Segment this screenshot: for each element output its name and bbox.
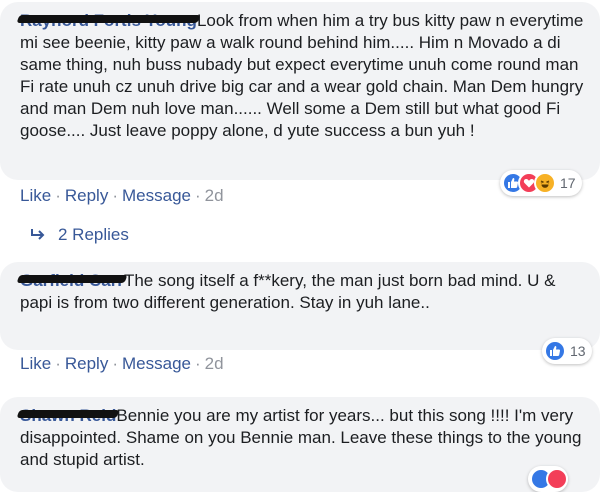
separator: · bbox=[194, 186, 201, 205]
like-link[interactable]: Like bbox=[20, 186, 51, 205]
comment-author[interactable]: Raynord Fortis Young bbox=[16, 11, 201, 30]
separator: · bbox=[55, 186, 61, 205]
like-link[interactable]: Like bbox=[20, 354, 51, 373]
replies-count-label: 2 Replies bbox=[58, 225, 129, 244]
separator: · bbox=[112, 186, 118, 205]
comment-author[interactable]: Garfield Carr bbox=[16, 271, 128, 290]
reaction-count: 17 bbox=[560, 175, 576, 191]
reply-link[interactable]: Reply bbox=[65, 354, 108, 373]
separator: · bbox=[194, 354, 201, 373]
comment-text: Look from when him a try bus kitty paw n… bbox=[20, 11, 584, 140]
like-icon bbox=[544, 340, 566, 362]
view-replies-link[interactable]: 2 Replies bbox=[30, 225, 129, 245]
reaction-count: 13 bbox=[570, 343, 586, 359]
comment-actions: Like · Reply · Message · 2d bbox=[20, 186, 224, 206]
reactions-summary[interactable]: 17 bbox=[500, 170, 582, 196]
reactions-summary[interactable] bbox=[528, 466, 568, 492]
comment-bubble: Raynord Fortis YoungLook from when him a… bbox=[0, 2, 600, 180]
separator: · bbox=[112, 354, 118, 373]
message-link[interactable]: Message bbox=[122, 186, 191, 205]
redaction-scribble bbox=[16, 15, 201, 23]
comment-actions: Like · Reply · Message · 2d bbox=[20, 354, 224, 374]
message-link[interactable]: Message bbox=[122, 354, 191, 373]
haha-icon bbox=[534, 172, 556, 194]
comment-author[interactable]: Shawn Reid bbox=[16, 406, 120, 425]
timestamp[interactable]: 2d bbox=[205, 354, 224, 373]
timestamp[interactable]: 2d bbox=[205, 186, 224, 205]
comment-bubble: Garfield CarrThe song itself a f**kery, … bbox=[0, 262, 600, 350]
redaction-scribble bbox=[16, 410, 120, 418]
love-icon bbox=[546, 468, 568, 490]
reply-link[interactable]: Reply bbox=[65, 186, 108, 205]
reply-arrow-icon bbox=[31, 229, 45, 240]
reactions-summary[interactable]: 13 bbox=[542, 338, 592, 364]
separator: · bbox=[55, 354, 61, 373]
redaction-scribble bbox=[16, 275, 128, 283]
